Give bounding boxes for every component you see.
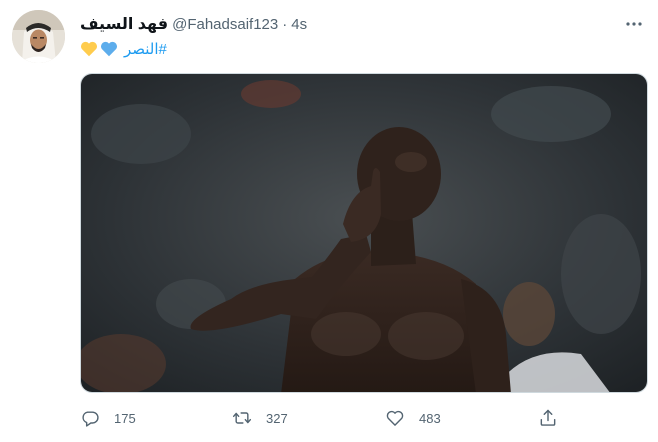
timestamp[interactable]: 4s <box>291 16 307 33</box>
tweet-media-image[interactable] <box>80 73 648 393</box>
separator-dot: · <box>282 15 288 33</box>
tweet-card[interactable]: فهد السيف @Fahadsaif123 · 4s #النصر 175 … <box>0 0 658 442</box>
like-button[interactable]: 483 <box>385 400 441 436</box>
like-count: 483 <box>419 410 441 426</box>
reply-icon <box>82 411 99 427</box>
retweet-icon <box>232 412 252 424</box>
avatar[interactable] <box>12 10 65 63</box>
reply-button[interactable]: 175 <box>80 400 136 436</box>
hashtag-link[interactable]: #النصر <box>124 40 167 58</box>
tweet-text: #النصر <box>80 38 167 60</box>
share-button[interactable] <box>538 400 558 436</box>
display-name[interactable]: فهد السيف <box>80 14 168 34</box>
heart-icon <box>386 410 404 426</box>
tweet-header: فهد السيف @Fahadsaif123 · 4s <box>80 13 642 35</box>
blue-heart-icon <box>101 41 117 57</box>
retweet-count: 327 <box>266 410 288 426</box>
media-photo <box>81 74 647 392</box>
avatar-image <box>12 10 65 63</box>
yellow-heart-icon <box>81 41 97 57</box>
reply-count: 175 <box>114 410 136 426</box>
share-icon <box>540 409 556 426</box>
more-options-icon[interactable] <box>622 12 646 36</box>
retweet-button[interactable]: 327 <box>232 400 288 436</box>
user-handle[interactable]: @Fahadsaif123 <box>172 16 278 33</box>
tweet-actions: 175 327 483 <box>70 400 570 436</box>
